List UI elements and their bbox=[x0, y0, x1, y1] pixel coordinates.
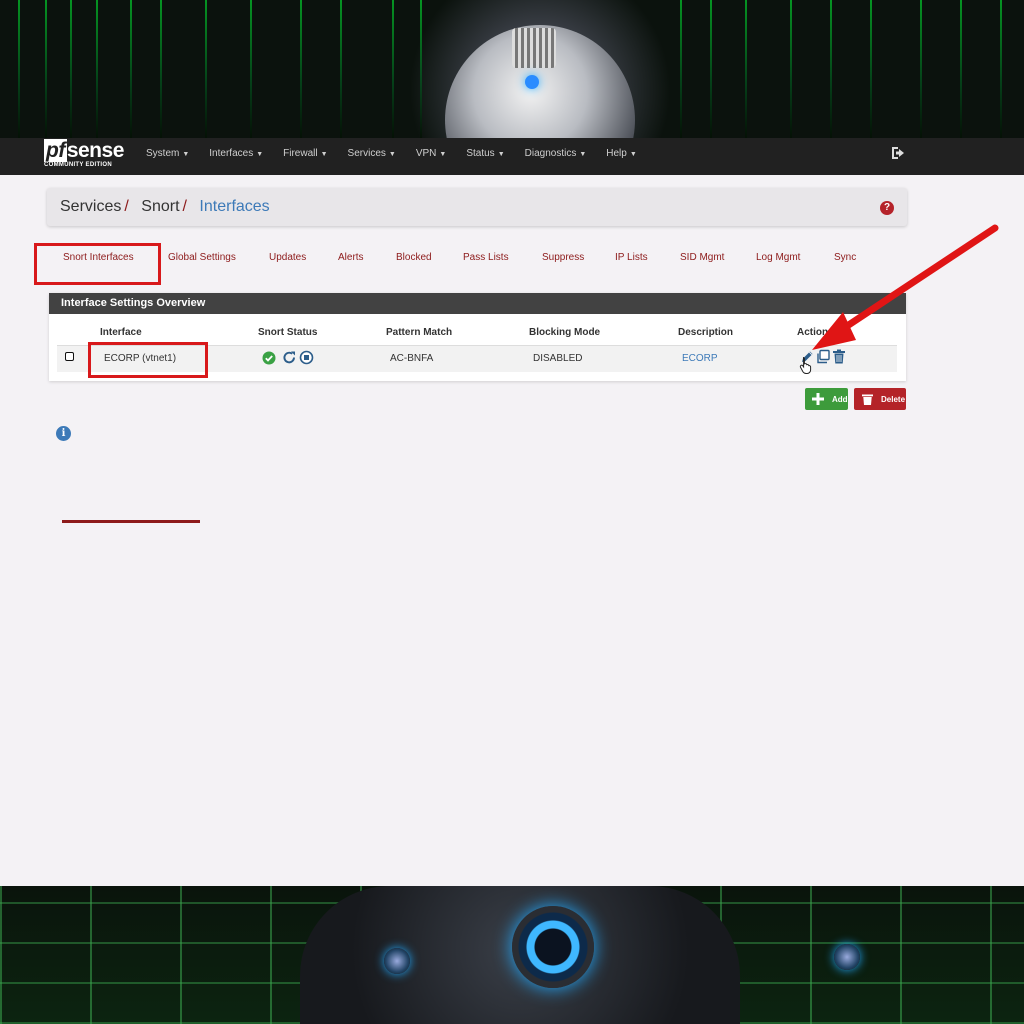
menu-services[interactable]: Services ▼ bbox=[338, 138, 406, 175]
breadcrumb-services[interactable]: Services bbox=[60, 198, 121, 215]
trash-icon[interactable] bbox=[832, 349, 846, 364]
menu-diagnostics[interactable]: Diagnostics ▼ bbox=[515, 138, 597, 175]
stop-circle-icon[interactable] bbox=[299, 350, 314, 365]
add-button-label: Add bbox=[832, 394, 848, 404]
tab-ip-lists[interactable]: IP Lists bbox=[615, 252, 648, 263]
delete-button[interactable]: Delete bbox=[854, 388, 906, 410]
highlight-box-interface bbox=[88, 342, 208, 378]
column-header-actions: Actions bbox=[797, 327, 834, 338]
hand-pointer-cursor-icon bbox=[799, 357, 812, 374]
main-menu: System ▼ Interfaces ▼ Firewall ▼ Services ▼ … bbox=[136, 138, 647, 175]
menu-status[interactable]: Status ▼ bbox=[456, 138, 514, 175]
menu-vpn[interactable]: VPN ▼ bbox=[406, 138, 457, 175]
tab-global-settings[interactable]: Global Settings bbox=[168, 252, 236, 263]
tab-suppress[interactable]: Suppress bbox=[542, 252, 584, 263]
row-select-checkbox[interactable] bbox=[65, 352, 74, 361]
plus-icon bbox=[811, 392, 825, 406]
panel-title: Interface Settings Overview bbox=[49, 293, 906, 314]
background-banner-bottom bbox=[0, 886, 1024, 1024]
highlight-box-tab bbox=[34, 243, 161, 285]
column-header-snort-status: Snort Status bbox=[258, 327, 318, 338]
question-circle-icon[interactable]: ? bbox=[880, 201, 894, 215]
tab-alerts[interactable]: Alerts bbox=[338, 252, 364, 263]
pfsense-logo[interactable]: pfsense COMMUNITY EDITION bbox=[44, 139, 128, 173]
top-navbar: pfsense COMMUNITY EDITION System ▼ Interf… bbox=[0, 138, 1024, 175]
delete-button-label: Delete bbox=[881, 394, 906, 404]
background-banner-top bbox=[0, 0, 1024, 138]
info-circle-icon[interactable]: i bbox=[56, 426, 71, 441]
menu-help[interactable]: Help ▼ bbox=[596, 138, 647, 175]
add-button[interactable]: Add bbox=[805, 388, 848, 410]
menu-system[interactable]: System ▼ bbox=[136, 138, 199, 175]
tab-log-mgmt[interactable]: Log Mgmt bbox=[756, 252, 800, 263]
column-header-description: Description bbox=[678, 327, 734, 338]
copy-icon[interactable] bbox=[816, 349, 831, 364]
breadcrumb-snort[interactable]: Snort bbox=[141, 198, 179, 215]
trash-icon bbox=[860, 392, 874, 406]
column-header-blocking-mode: Blocking Mode bbox=[529, 327, 601, 338]
breadcrumb: Services / Snort / Interfaces ? bbox=[47, 188, 907, 226]
tab-pass-lists[interactable]: Pass Lists bbox=[463, 252, 509, 263]
cell-pattern-match: AC-BNFA bbox=[390, 353, 434, 364]
column-header-pattern-match: Pattern Match bbox=[386, 327, 453, 338]
breadcrumb-interfaces: Interfaces bbox=[199, 198, 270, 215]
cell-blocking-mode: DISABLED bbox=[533, 353, 583, 364]
menu-interfaces[interactable]: Interfaces ▼ bbox=[199, 138, 273, 175]
restart-icon[interactable] bbox=[282, 350, 297, 365]
tab-sync[interactable]: Sync bbox=[834, 252, 856, 263]
sign-out-icon[interactable] bbox=[890, 145, 906, 161]
brand-edition: COMMUNITY EDITION bbox=[44, 162, 112, 168]
tab-sid-mgmt[interactable]: SID Mgmt bbox=[680, 252, 724, 263]
tab-updates[interactable]: Updates bbox=[269, 252, 306, 263]
check-circle-icon bbox=[262, 351, 276, 365]
tab-blocked[interactable]: Blocked bbox=[396, 252, 432, 263]
column-header-interface: Interface bbox=[100, 327, 142, 338]
cell-description[interactable]: ECORP bbox=[682, 353, 718, 364]
active-tab-underline bbox=[62, 520, 200, 523]
menu-firewall[interactable]: Firewall ▼ bbox=[273, 138, 337, 175]
